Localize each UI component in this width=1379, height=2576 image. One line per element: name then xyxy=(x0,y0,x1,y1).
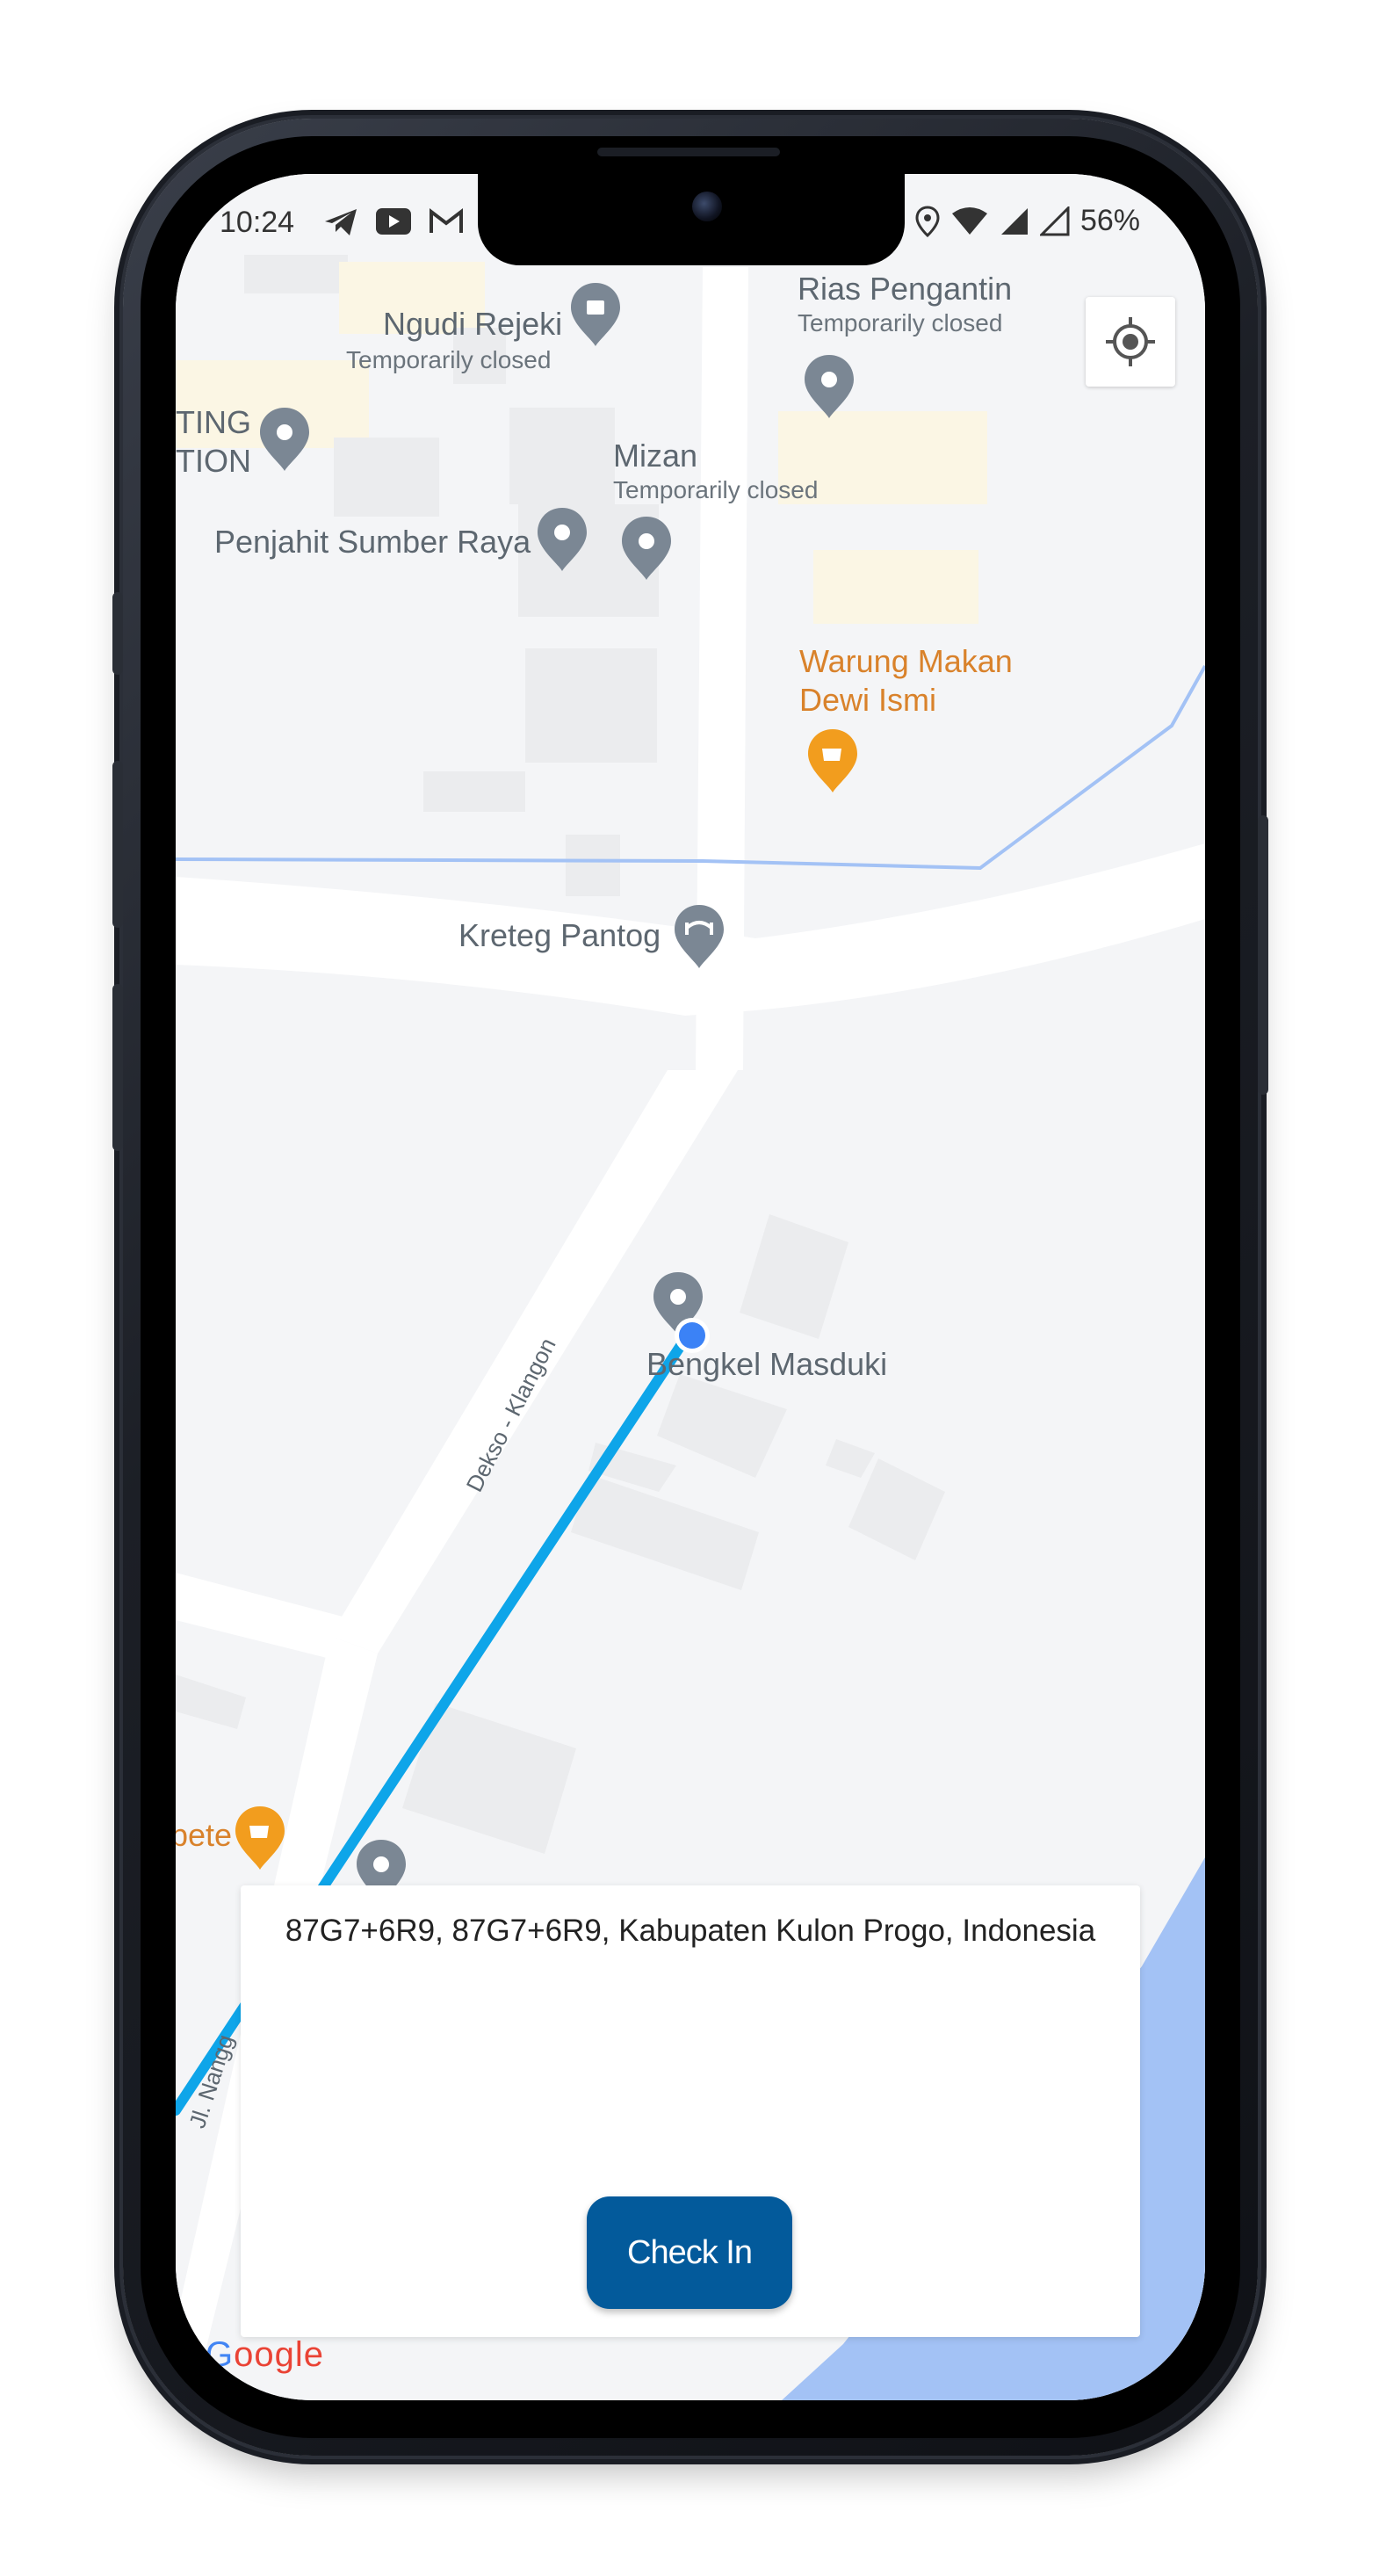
shopping-bag-icon xyxy=(587,300,604,315)
status-time: 10:24 xyxy=(220,206,295,239)
poi-warung-line2: Dewi Ismi xyxy=(799,682,937,718)
side-button-volume-up xyxy=(112,761,123,928)
poi-mizan-status: Temporarily closed xyxy=(613,476,819,503)
gmail-icon xyxy=(430,207,463,233)
building xyxy=(813,550,978,624)
poi-warung-line1: Warung Makan xyxy=(799,643,1013,679)
google-logo: Google xyxy=(206,2335,324,2375)
battery-percent: 56% xyxy=(1079,204,1140,237)
location-icon xyxy=(915,205,940,237)
poi-partial-left-1: TING xyxy=(176,404,251,440)
user-location-dot xyxy=(679,1322,705,1349)
poi-penjahit-name: Penjahit Sumber Raya xyxy=(214,524,531,560)
status-bar: 10:24 56% xyxy=(176,174,1205,265)
wifi-icon xyxy=(951,206,987,235)
building xyxy=(423,771,525,812)
address-text: 87G7+6R9, 87G7+6R9, Kabupaten Kulon Prog… xyxy=(285,1914,1096,1948)
my-location-button[interactable] xyxy=(1086,297,1175,387)
poi-rias-pengantin-status: Temporarily closed xyxy=(798,309,1003,336)
telegram-icon xyxy=(325,209,357,235)
check-in-button[interactable]: Check In xyxy=(587,2196,792,2309)
coffee-cup-icon xyxy=(822,749,841,761)
crosshair-icon xyxy=(1106,317,1155,366)
poi-bengkel-name: Bengkel Masduki xyxy=(646,1346,888,1382)
checkin-card: 87G7+6R9, 87G7+6R9, Kabupaten Kulon Prog… xyxy=(241,1885,1140,2337)
poi-partial-bottom: pete xyxy=(176,1817,233,1853)
signal-icon xyxy=(1000,207,1028,235)
signal-empty-icon xyxy=(1039,206,1070,235)
poi-ngudi-rejeki-status: Temporarily closed xyxy=(346,346,552,373)
poi-kreteg-name: Kreteg Pantog xyxy=(458,917,661,953)
poi-partial-left-2: TION xyxy=(176,443,251,479)
google-logo-rest: oogle xyxy=(234,2335,324,2374)
side-button-power xyxy=(1258,815,1268,1095)
status-right-icons: 56% xyxy=(915,204,1140,238)
building xyxy=(509,408,615,504)
poi-ngudi-rejeki-name: Ngudi Rejeki xyxy=(383,306,563,342)
poi-rias-pengantin-name: Rias Pengantin xyxy=(798,271,1013,307)
top-speaker xyxy=(597,148,780,156)
building xyxy=(525,648,657,763)
status-left-icons xyxy=(323,206,464,237)
side-button-mute xyxy=(112,592,123,675)
google-logo-g: G xyxy=(206,2335,235,2374)
phone-screen: Dekso - Klangon Jl. Nangg Ngudi Rejeki T… xyxy=(176,174,1205,2400)
building xyxy=(566,835,620,896)
poi-mizan-name: Mizan xyxy=(613,438,698,474)
coffee-cup-icon xyxy=(249,1826,269,1838)
side-button-volume-down xyxy=(112,984,123,1151)
building xyxy=(334,438,439,517)
youtube-icon xyxy=(376,208,411,235)
